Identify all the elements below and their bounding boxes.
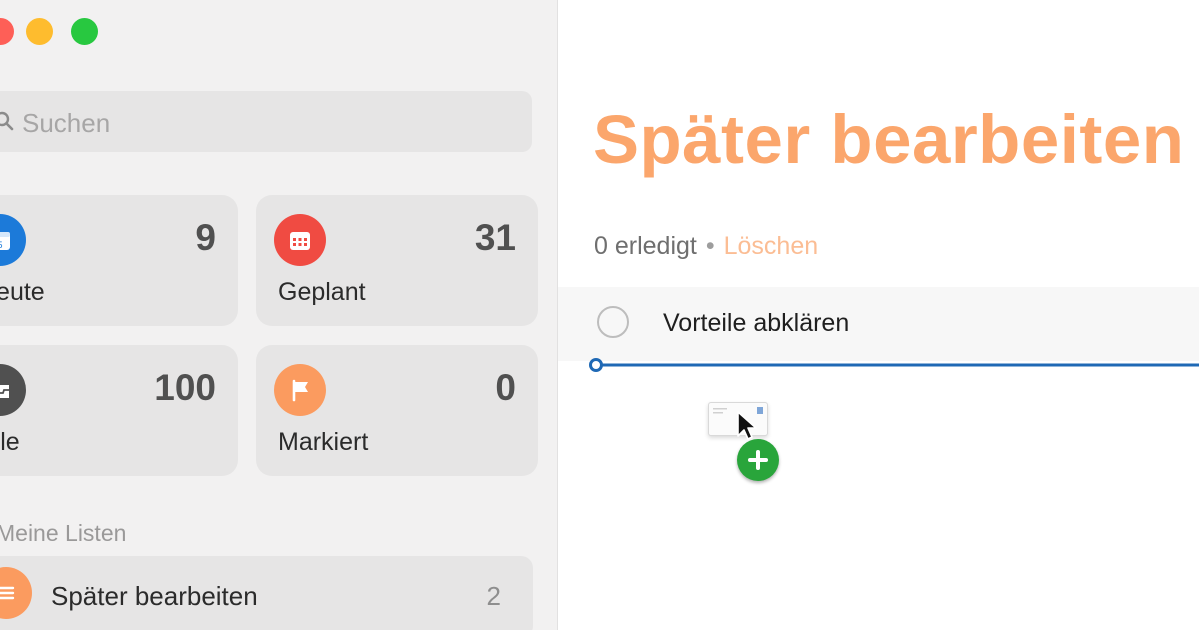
completed-count: 0 erledigt [594,232,697,260]
sidebar-list-item[interactable]: Später bearbeiten 2 [0,556,533,630]
search-placeholder: Suchen [22,108,111,138]
scheduled-count: 31 [474,217,516,258]
pointer-cursor-icon [737,411,757,440]
calendar-today-icon: 5 [0,214,26,266]
smart-list-flagged[interactable]: 0 Markiert [256,345,538,476]
zoom-window-button[interactable] [71,18,98,45]
sidebar: Suchen 5 9 Heute 31 Geplant [0,0,558,630]
sidebar-list-name: Später bearbeiten [51,581,258,611]
smart-list-scheduled[interactable]: 31 Geplant [256,195,538,326]
search-icon [0,111,14,131]
completed-summary: 0 erledigt • Löschen [594,232,818,261]
all-count: 100 [154,367,216,408]
clear-completed-button[interactable]: Löschen [724,232,819,260]
tray-icon [0,364,26,416]
separator-dot: • [705,232,715,260]
task-checkbox[interactable] [597,306,629,338]
list-title: Später bearbeiten [593,101,1185,178]
flagged-count: 0 [495,367,516,408]
task-title[interactable]: Vorteile abklären [663,309,849,338]
all-label: Alle [0,428,20,456]
smart-list-today[interactable]: 5 9 Heute [0,195,238,326]
today-count: 9 [195,217,216,258]
calendar-grid-icon [274,214,326,266]
today-label: Heute [0,278,45,306]
close-window-button[interactable] [0,18,14,45]
search-field[interactable]: Suchen [0,91,532,152]
task-row[interactable]: Vorteile abklären [558,287,1199,361]
svg-text:5: 5 [0,240,3,250]
scheduled-label: Geplant [278,278,366,306]
plus-icon [737,439,779,481]
list-icon [0,567,32,619]
smart-list-all[interactable]: 100 Alle [0,345,238,476]
minimize-window-button[interactable] [26,18,53,45]
flag-icon [274,364,326,416]
sidebar-list-count: 2 [486,581,501,611]
flagged-label: Markiert [278,428,369,456]
my-lists-heading: Meine Listen [0,520,127,546]
drop-indicator [589,358,1199,372]
